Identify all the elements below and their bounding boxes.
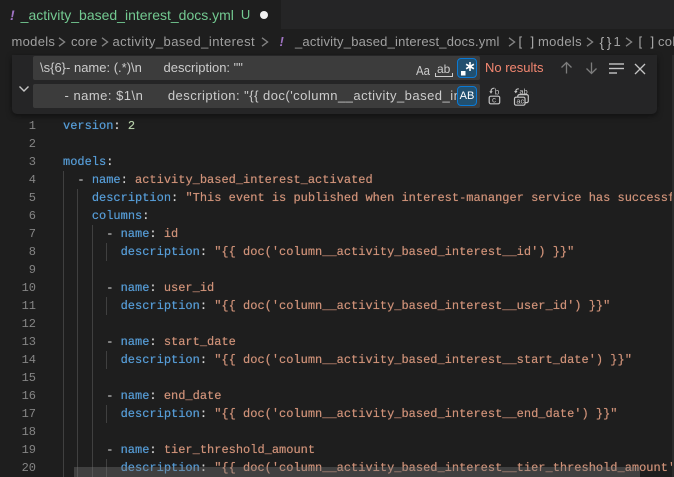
svg-text:ac: ac	[516, 97, 524, 106]
svg-text:c: c	[492, 95, 496, 104]
